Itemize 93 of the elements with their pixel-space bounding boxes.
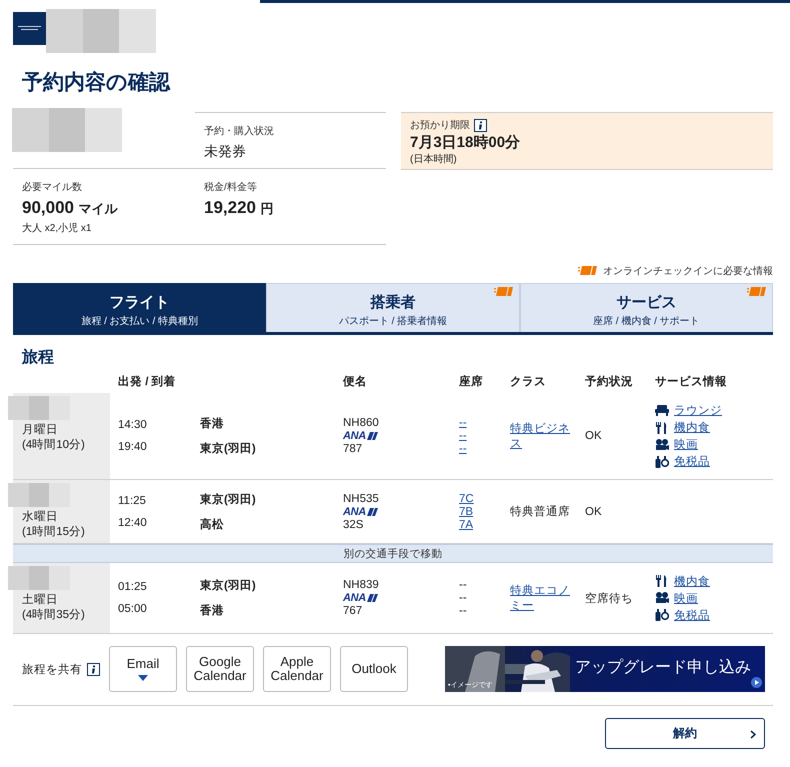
column-header: 予約状況	[584, 374, 634, 389]
info-icon[interactable]	[87, 662, 100, 676]
miles-amount: 90,000 マイル	[22, 198, 119, 218]
aircraft-type: 32S	[343, 518, 364, 530]
column-header: 座席	[458, 374, 484, 389]
departure-airport: 東京(羽田)	[200, 578, 257, 593]
arrival-airport: 高松	[200, 517, 225, 532]
departure-time: 01:25	[118, 581, 148, 593]
share-label: 旅程を共有	[22, 662, 82, 676]
film-camera-icon	[655, 438, 669, 450]
seat-number: --	[459, 592, 468, 604]
fare-class-link[interactable]: 特典エコノミー	[510, 583, 570, 613]
flight-number: NH860	[343, 417, 380, 429]
booking-status: 空席待ち	[585, 591, 634, 606]
arrival-time: 05:00	[118, 603, 148, 615]
share-button[interactable]: Apple Calendar	[263, 646, 331, 692]
ticket-icon	[746, 287, 766, 296]
day-of-week: 水曜日	[22, 510, 59, 524]
day-of-week: 月曜日	[22, 422, 59, 437]
seat-link[interactable]: 7B	[459, 506, 474, 518]
booking-status: OK	[585, 506, 603, 518]
service-link[interactable]: 免税品	[674, 608, 710, 622]
airline-logo: ANA	[343, 592, 378, 604]
film-camera-icon	[655, 592, 669, 604]
departure-airport: 東京(羽田)	[200, 492, 257, 506]
service-link[interactable]: ラウンジ	[674, 403, 722, 418]
airline-logo: ANA	[343, 506, 378, 518]
timezone-note: (日本時間)	[410, 152, 458, 166]
seat-link[interactable]: --	[459, 430, 467, 442]
bottle-watch-icon	[655, 609, 669, 621]
service-link[interactable]: 映画	[674, 437, 698, 452]
fork-knife-icon	[655, 575, 669, 587]
tax-amount: 19,220 円	[204, 198, 275, 218]
arrival-airport: 東京(羽田)	[200, 441, 257, 456]
booking-status: 未発券	[204, 143, 247, 161]
seat-number: --	[459, 579, 468, 591]
chevron-icon	[750, 730, 756, 739]
column-header: クラス	[509, 375, 547, 389]
bottle-watch-icon	[655, 456, 669, 468]
field-label: お預かり期限	[410, 118, 470, 132]
departure-airport: 香港	[200, 416, 225, 431]
field-label: 必要マイル数	[22, 180, 83, 194]
cancel-button[interactable]: 解約	[605, 718, 765, 749]
ticket-icon	[494, 287, 513, 296]
arrival-airport: 香港	[200, 603, 225, 618]
seat-link[interactable]: --	[459, 417, 467, 429]
seat-link[interactable]: 7A	[459, 518, 474, 530]
column-header: サービス情報	[654, 374, 728, 389]
tab[interactable]: サービス 座席 / 機内食 / サポート	[520, 283, 773, 332]
ticket-icon	[578, 266, 597, 275]
flight-number: NH839	[343, 579, 380, 591]
share-button[interactable]: Google Calendar	[186, 646, 254, 692]
flight-duration: (1時間15分)	[22, 524, 86, 539]
service-link[interactable]: 機内食	[674, 420, 710, 435]
fork-knife-icon	[655, 422, 669, 434]
tab[interactable]: フライト 旅程 / お支払い / 特典種別	[13, 283, 266, 332]
fare-class: 特典普通席	[510, 504, 571, 519]
sofa-icon	[655, 405, 669, 416]
seat-link[interactable]: 7C	[459, 492, 474, 504]
departure-time: 14:30	[118, 419, 148, 431]
aircraft-type: 787	[343, 443, 364, 455]
banner-title: アップグレード申し込み	[575, 657, 751, 678]
arrival-time: 19:40	[118, 441, 148, 453]
fare-class-link[interactable]: 特典ビジネス	[510, 421, 570, 451]
field-label: 予約・購入状況	[204, 124, 275, 138]
flight-duration: (4時間10分)	[22, 438, 86, 452]
day-of-week: 土曜日	[22, 592, 59, 607]
share-button[interactable]: Outlook	[340, 646, 408, 692]
service-link[interactable]: 映画	[674, 590, 698, 606]
departure-time: 11:25	[118, 494, 147, 506]
checkin-note: オンラインチェックインに必要な情報	[603, 264, 773, 278]
service-link[interactable]: 機内食	[674, 574, 710, 588]
tab[interactable]: 搭乗者 パスポート / 搭乗者情報	[266, 283, 520, 332]
passenger-count: 大人 x2,小児 x1	[22, 222, 92, 235]
field-label: 税金/料金等	[204, 180, 258, 194]
deadline-time: 7月3日18時00分	[410, 133, 522, 152]
arrival-time: 12:40	[118, 516, 148, 528]
service-link[interactable]: 免税品	[674, 454, 710, 469]
booking-status: OK	[585, 430, 603, 442]
section-heading: 旅程	[20, 348, 55, 368]
transfer-notice: 別の交通手段で移動	[13, 544, 773, 563]
aircraft-type: 767	[343, 605, 364, 617]
airline-logo: ANA	[343, 430, 378, 442]
info-icon[interactable]	[474, 118, 487, 132]
seat-number: --	[459, 605, 468, 617]
column-header: 便名	[342, 374, 368, 389]
column-header: 出発 / 到着	[117, 374, 177, 389]
share-button[interactable]: Email	[109, 646, 177, 692]
arrow-circle-icon	[751, 677, 762, 688]
flight-duration: (4時間35分)	[22, 608, 86, 622]
seat-link[interactable]: --	[459, 443, 467, 455]
page-title: 予約内容の確認	[22, 70, 170, 96]
flight-number: NH535	[343, 492, 380, 504]
